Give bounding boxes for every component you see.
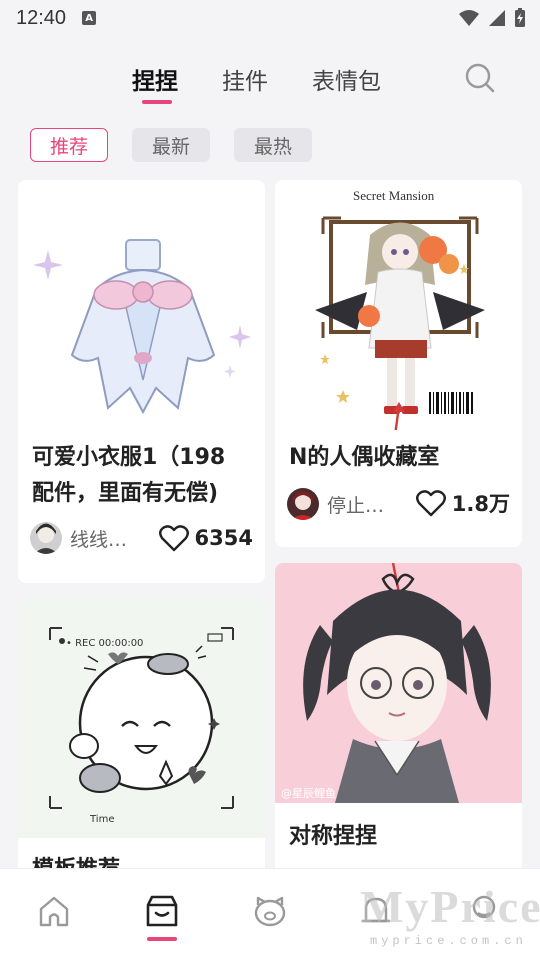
home-icon[interactable] (34, 891, 74, 931)
status-bar: 12:40 A (0, 0, 540, 36)
post-card[interactable]: Secret Mansion N的人偶收藏室 停止… 1.8万 (275, 180, 522, 547)
pig-icon[interactable] (250, 891, 290, 931)
like-count[interactable]: 6354 (158, 524, 253, 552)
tab-stickers[interactable]: 表情包 (312, 62, 381, 96)
status-icons (458, 8, 526, 28)
time-label: Time (90, 814, 115, 825)
avatar (30, 522, 62, 554)
active-nav-indicator (147, 937, 177, 941)
top-tabs: 捏捏 挂件 表情包 (0, 56, 540, 106)
card-title-line2: 配件，里面有无偿) (32, 481, 219, 506)
watermark-url: myprice.com.cn (370, 934, 527, 948)
likes-value: 6354 (194, 526, 253, 550)
tab-nienie[interactable]: 捏捏 (132, 62, 178, 96)
like-count[interactable]: 1.8万 (415, 488, 510, 518)
rec-label: • REC 00:00:00 (66, 638, 144, 649)
post-card[interactable]: • REC 00:00:00 Time 模板推荐 (18, 598, 265, 873)
card-title: N的人偶收藏室 (289, 445, 440, 470)
notification-icon: A (82, 11, 97, 25)
image-watermark: @星辰鲤鱼 (281, 787, 336, 800)
filter-latest[interactable]: 最新 (132, 128, 210, 162)
author-name: 停止… (327, 494, 385, 517)
card-author[interactable]: 线线… (30, 522, 127, 554)
heart-icon (158, 525, 189, 552)
store-icon[interactable] (142, 891, 182, 931)
avatar (287, 488, 319, 520)
card-image (275, 563, 522, 803)
signal-icon (489, 10, 505, 26)
status-time: 12:40 (16, 6, 67, 29)
watermark-logo: MyPrice (360, 881, 540, 932)
filter-recommended[interactable]: 推荐 (30, 128, 108, 162)
card-image (18, 598, 265, 838)
filter-hottest[interactable]: 最热 (234, 128, 312, 162)
active-tab-indicator (142, 100, 172, 104)
battery-icon (515, 8, 525, 27)
card-title-line1: 可爱小衣服1（198 (32, 445, 226, 470)
likes-value: 1.8万 (451, 492, 510, 516)
card-image (275, 180, 522, 430)
tab-pendant[interactable]: 挂件 (222, 62, 268, 96)
card-author[interactable]: 停止… (287, 488, 384, 520)
author-name: 线线… (70, 528, 128, 551)
post-card[interactable]: 可爱小衣服1（198 配件，里面有无偿) 线线… 6354 (18, 180, 265, 583)
card-title: 对称捏捏 (289, 824, 378, 849)
poster-title: Secret Mansion (353, 188, 435, 203)
heart-icon (415, 490, 446, 517)
post-card[interactable]: @星辰鲤鱼 对称捏捏 (275, 563, 522, 873)
search-icon[interactable] (464, 62, 496, 94)
wifi-icon (459, 10, 479, 26)
card-image (18, 180, 265, 430)
